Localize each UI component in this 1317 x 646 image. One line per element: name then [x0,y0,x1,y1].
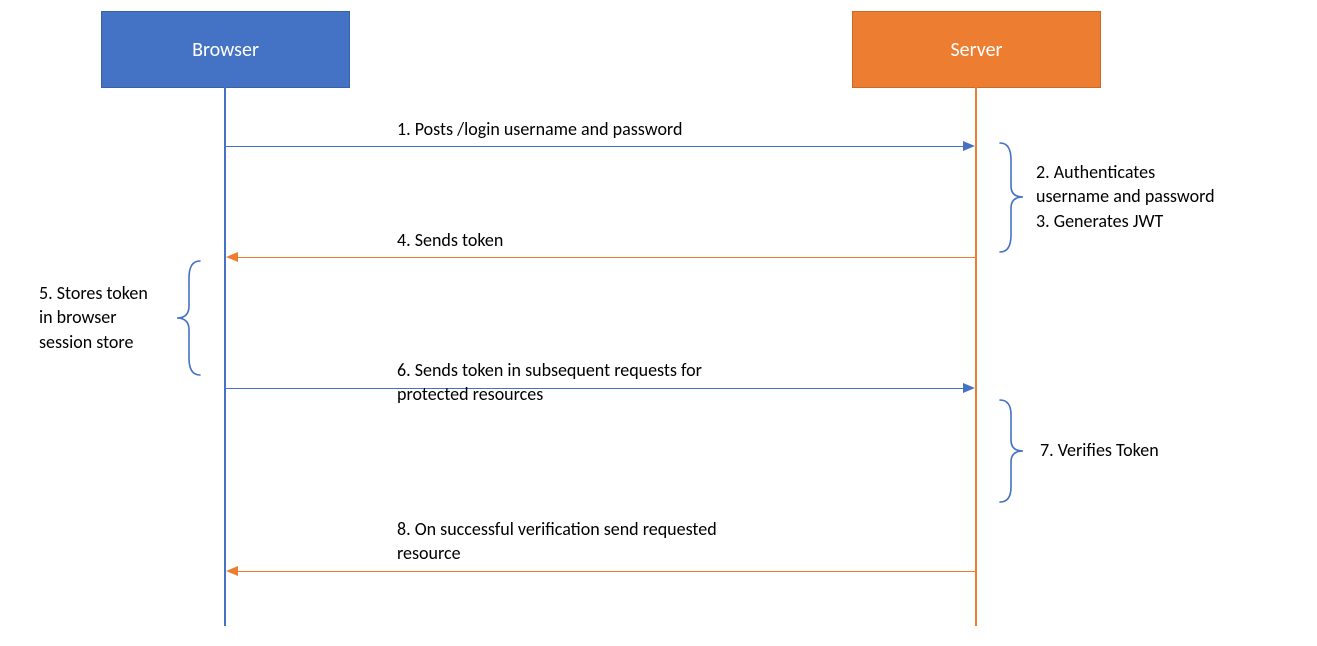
participant-server-label: Server [950,38,1002,62]
label-8: 8. On successful verification send reque… [397,517,717,566]
label-4: 4. Sends token [397,228,503,252]
note-store-token: 5. Stores token in browser session store [39,281,148,354]
arrow-1 [226,146,963,147]
arrow-6-head [963,383,975,393]
arrow-4 [238,257,975,258]
note-verify-token: 7. Verifies Token [1040,438,1159,462]
note-auth-generate: 2. Authenticates username and password 3… [1036,160,1215,233]
arrow-8-head [226,566,238,576]
sequence-diagram: Browser Server 1. Posts /login username … [0,0,1317,646]
brace-browser-store [173,258,203,378]
participant-browser: Browser [101,11,350,88]
participant-browser-label: Browser [192,38,259,62]
label-1: 1. Posts /login username and password [397,117,682,141]
lifeline-browser [224,86,226,626]
arrow-8 [238,571,975,572]
arrow-1-head [963,141,975,151]
label-6: 6. Sends token in subsequent requests fo… [397,358,702,407]
participant-server: Server [852,11,1101,88]
arrow-4-head [226,252,238,262]
brace-server-auth [997,140,1027,255]
lifeline-server [975,86,977,626]
brace-server-verify [997,397,1027,505]
